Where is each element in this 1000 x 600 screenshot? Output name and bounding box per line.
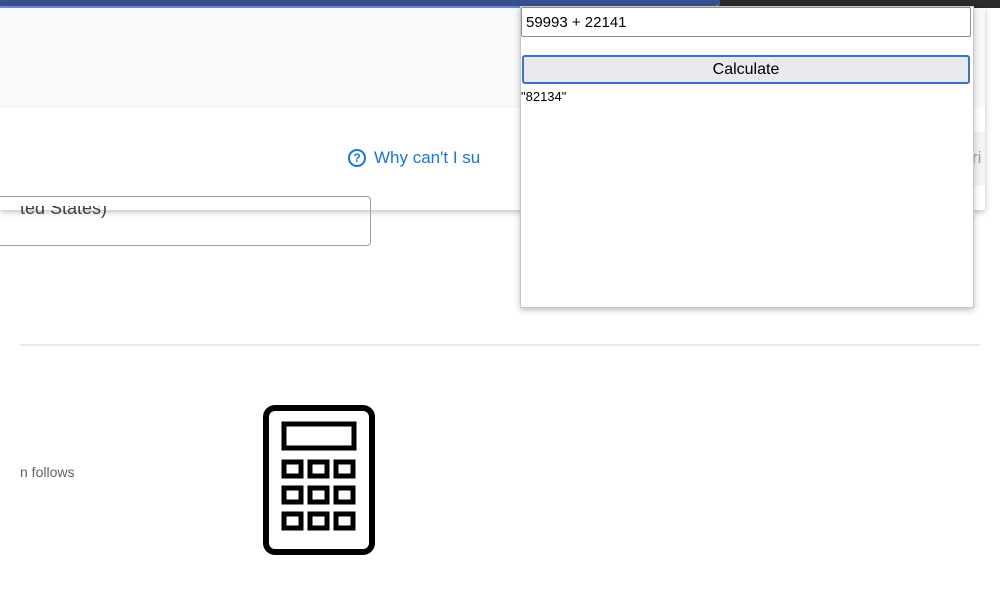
calculator-popup: Calculate "82134" <box>520 6 974 308</box>
calculator-icon <box>263 405 375 555</box>
screen: ? Why can't I su ri ted States) p e n fo… <box>0 0 1000 600</box>
country-select[interactable] <box>0 196 371 246</box>
section-divider <box>20 344 980 346</box>
help-link-label: Why can't I su <box>374 148 481 167</box>
expression-input[interactable] <box>521 7 971 37</box>
section-description: n follows <box>20 464 75 480</box>
help-circle-icon: ? <box>348 149 366 167</box>
why-cant-i-link[interactable]: ? Why can't I su <box>348 148 480 168</box>
calculation-result: "82134" <box>521 89 567 104</box>
calculate-button[interactable]: Calculate <box>522 55 970 84</box>
